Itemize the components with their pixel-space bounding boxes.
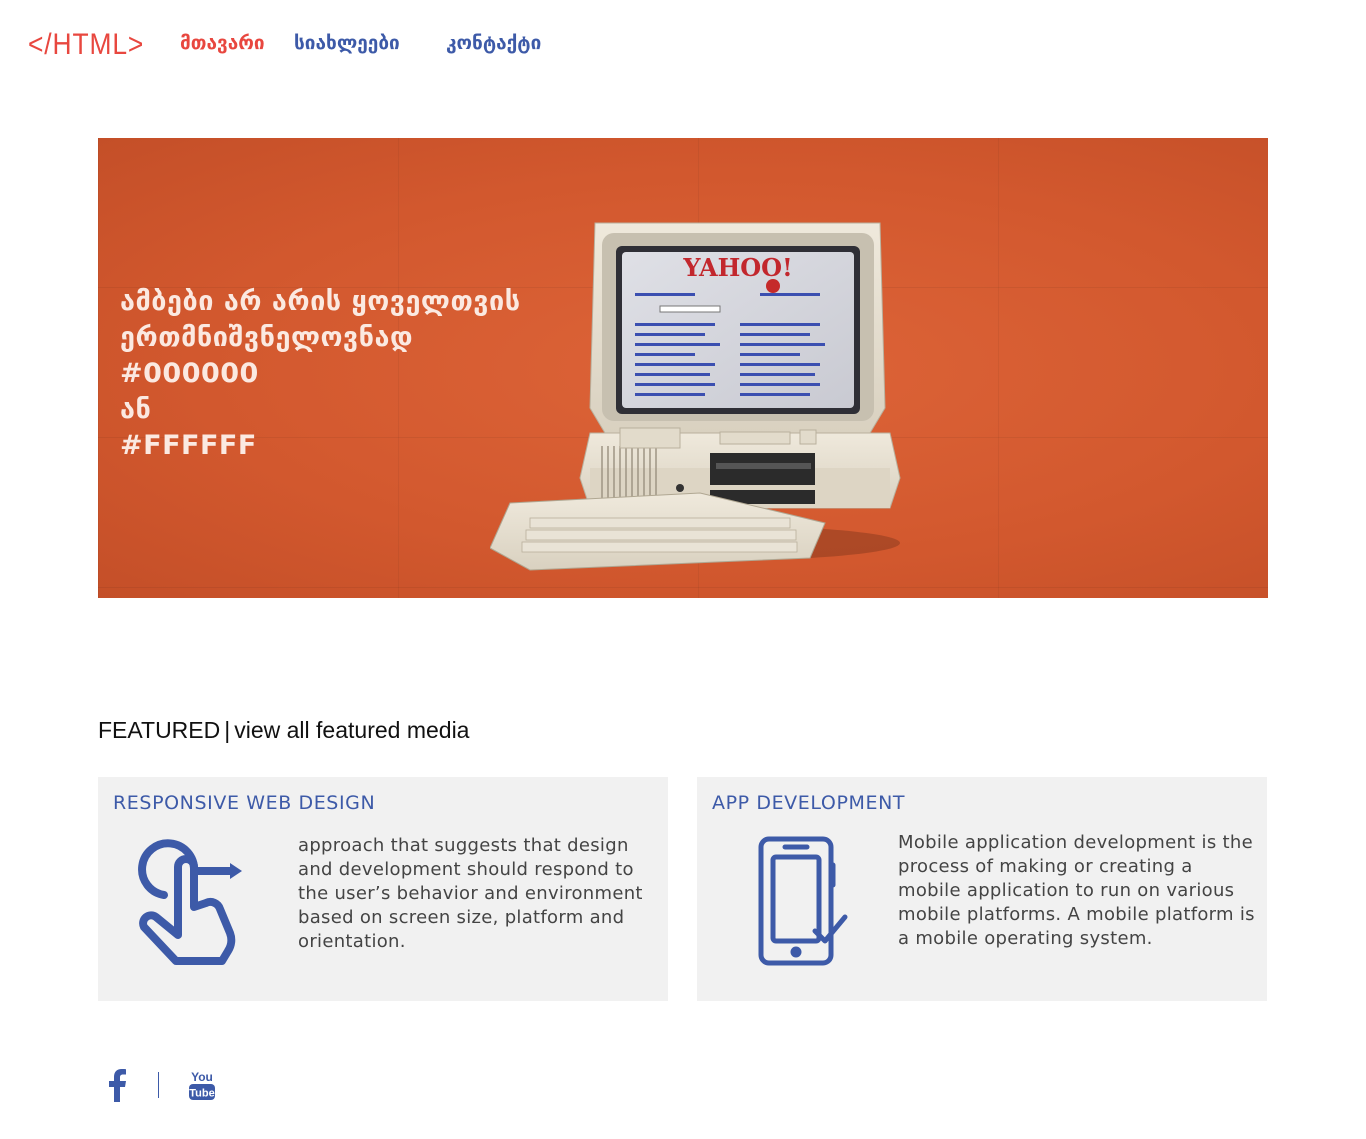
view-all-featured-link[interactable]: view all featured media: [234, 717, 469, 743]
youtube-icon[interactable]: You Tube: [188, 1068, 216, 1102]
youtube-text-bottom: Tube: [189, 1088, 214, 1100]
site-logo[interactable]: </HTML>: [28, 28, 144, 62]
hero-line: #000000: [120, 358, 259, 389]
facebook-icon[interactable]: [106, 1068, 128, 1102]
retro-computer-illustration: YAHOO!: [490, 222, 901, 571]
social-divider: [158, 1072, 159, 1098]
mobile-check-icon: [758, 836, 848, 966]
nav-item-home[interactable]: მთავარი: [180, 32, 265, 54]
site-header: </HTML> მთავარი სიახლეები კონტაქტი: [0, 0, 1366, 90]
hero-line: #FFFFFF: [120, 430, 257, 461]
nav-item-contact[interactable]: კონტაქტი: [446, 32, 541, 54]
featured-card-responsive[interactable]: RESPONSIVE WEB DESIGN approach that sugg…: [98, 777, 668, 1001]
nav-item-news[interactable]: სიახლეები: [294, 32, 400, 54]
featured-heading: FEATURED | view all featured media: [98, 717, 469, 744]
card-title: RESPONSIVE WEB DESIGN: [113, 792, 376, 814]
hero-headline: ამბები არ არის ყოველთვის ერთმნიშვნელოვნა…: [120, 284, 521, 464]
featured-label: FEATURED: [98, 717, 221, 743]
screen-logo-text: YAHOO!: [682, 253, 792, 282]
youtube-text-top: You: [191, 1070, 213, 1084]
hero-line: ერთმნიშვნელოვნად: [120, 322, 413, 353]
hero-line: ან: [120, 394, 152, 425]
card-title: APP DEVELOPMENT: [712, 792, 906, 814]
card-description: approach that suggests that design and d…: [298, 835, 643, 952]
featured-separator: |: [224, 717, 231, 743]
tap-swipe-icon: [138, 839, 242, 965]
card-description: Mobile application development is the pr…: [898, 832, 1255, 949]
hero-line: ამბები არ არის ყოველთვის: [120, 286, 521, 317]
featured-card-app-dev[interactable]: APP DEVELOPMENT Mobile application devel…: [697, 777, 1267, 1001]
hero-banner: ამბები არ არის ყოველთვის ერთმნიშვნელოვნა…: [98, 138, 1268, 598]
